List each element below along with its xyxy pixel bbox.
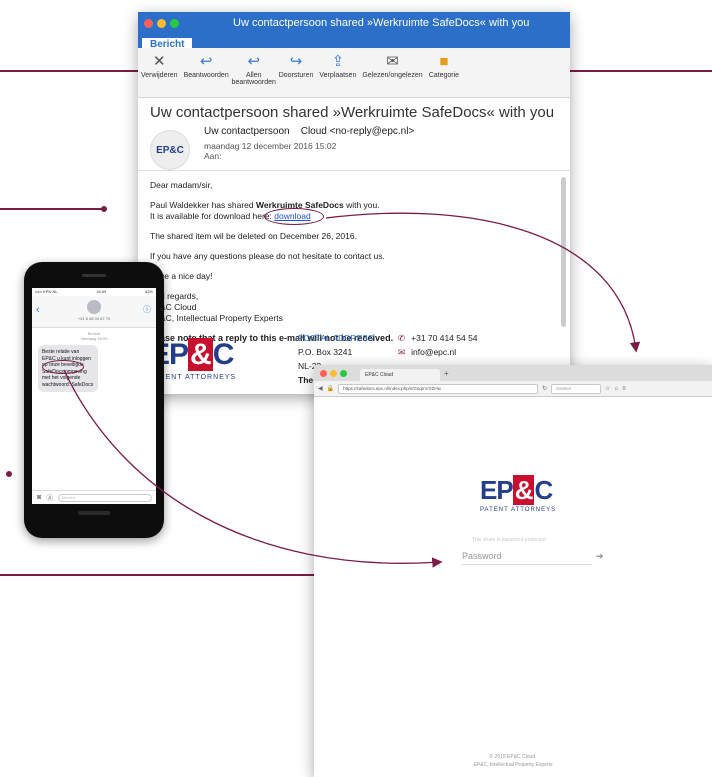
info-icon[interactable]: ⓘ (143, 304, 151, 315)
close-icon[interactable] (320, 370, 327, 377)
mail-titlebar: Uw contactpersoon shared »Werkruimte Saf… (138, 12, 570, 34)
connector-top-left (0, 70, 138, 72)
contact-avatar (87, 300, 101, 314)
questions-line: If you have any questions please do not … (150, 251, 385, 261)
delete-icon: ✕ (152, 53, 166, 70)
browser-window: EP&C Cloud + ◀ 🔒 https://safedocs.epc.nl… (314, 365, 712, 777)
category-icon: ■ (439, 52, 449, 70)
signature: d regards, &C Cloud &C, Intellectual Pro… (160, 291, 283, 323)
window-title: Uw contactpersoon shared »Werkruimte Saf… (233, 17, 530, 29)
greeting: Dear madam/sir, (150, 180, 213, 190)
home-button[interactable] (78, 511, 110, 515)
reply-icon: ↩ (199, 53, 213, 70)
camera-icon[interactable]: ◙ (37, 494, 41, 501)
smartphone: ••••• KPN NL 16:09 63% ‹ +31 6 48 04 67 … (24, 262, 164, 538)
browser-navbar: ◀ 🔒 https://safedocs.epc.nl/index.php/s/… (314, 381, 712, 397)
minimize-icon[interactable] (330, 370, 337, 377)
connector-email-dot (101, 206, 107, 212)
menu-icon[interactable]: ≡ (622, 386, 626, 392)
phone-status-bar: ••••• KPN NL 16:09 63% (35, 289, 153, 294)
phone-screen: ••••• KPN NL 16:09 63% ‹ +31 6 48 04 67 … (32, 288, 156, 504)
move-icon: ⇪ (331, 53, 345, 70)
sms-input-bar: ◙ Ⓐ Bericht (32, 490, 156, 504)
email-icon: ✉ (398, 347, 406, 357)
connector-phone-dot (6, 471, 12, 477)
ribbon-tabs: Bericht (138, 34, 570, 51)
epc-logo: EP&C (480, 475, 553, 505)
deleted-line: The shared item wil be deleted on Decemb… (150, 231, 357, 241)
minimize-icon[interactable] (157, 18, 166, 28)
reply-all-button[interactable]: ↩ Allen beantwoorden (232, 48, 276, 97)
reply-all-icon: ↩ (247, 53, 261, 70)
sms-input[interactable]: Bericht (58, 493, 152, 502)
mail-date: maandag 12 december 2016 15:02 (204, 141, 337, 151)
connector-email (0, 208, 104, 210)
mail-scrollbar[interactable] (561, 177, 566, 327)
password-highlight (42, 360, 84, 374)
app-store-icon[interactable]: Ⓐ (46, 493, 53, 503)
connector-top-right (570, 70, 712, 72)
envelope-icon: ✉ (386, 53, 399, 70)
sender-avatar: EP&C (150, 130, 190, 170)
mail-window: Uw contactpersoon shared »Werkruimte Saf… (138, 12, 570, 394)
move-button[interactable]: ⇪ Verplaatsen (316, 48, 359, 97)
read-unread-button[interactable]: ✉ Gelezen/ongelezen (359, 48, 425, 97)
reload-icon[interactable]: ↻ (542, 385, 547, 392)
contact-number: +31 6 48 04 67 70 (77, 316, 111, 321)
back-icon[interactable]: ◀ (318, 385, 323, 392)
delete-button[interactable]: ✕ Verwijderen (138, 48, 181, 97)
ribbon: ✕ Verwijderen ↩ Beantwoorden ↩ Allen beantw… (138, 48, 570, 98)
categorize-button[interactable]: ■ Categorie (426, 48, 462, 97)
mail-body: Dear madam/sir, Paul Waldekker has share… (150, 180, 550, 353)
submit-arrow-icon[interactable]: ➔ (596, 551, 604, 562)
contact-email[interactable]: info@epc.nl (411, 347, 456, 357)
lock-icon: 🔒 (326, 386, 335, 392)
home-icon[interactable]: ⌂ (615, 386, 619, 392)
url-bar[interactable]: https://safedocs.epc.nl/index.php/s/Gnqm… (338, 383, 539, 394)
forward-icon: ↪ (289, 53, 303, 70)
header-divider (138, 170, 570, 171)
sender: Uw contactpersoon Cloud <no-reply@epc.nl… (204, 126, 415, 137)
phone-icon: ✆ (398, 333, 406, 343)
bookmark-icon[interactable]: ☆ (605, 385, 610, 392)
new-tab-icon[interactable]: + (444, 369, 449, 378)
contact-info: ✆ +31 70 414 54 54 ✉ info@epc.nl (398, 333, 478, 357)
phone-speaker (82, 274, 106, 277)
sender-address[interactable]: Cloud <no-reply@epc.nl> (301, 126, 415, 137)
reply-button[interactable]: ↩ Beantwoorden (181, 48, 232, 97)
zoom-icon[interactable] (340, 370, 347, 377)
epc-logo-sub: PATENT ATTORNEYS (480, 507, 557, 513)
message-time: Bericht Vandaag 16:09 (80, 331, 108, 341)
browser-tabbar: EP&C Cloud + (314, 365, 712, 381)
mail-to-label: Aan: (204, 151, 222, 161)
password-field[interactable]: Password (462, 551, 592, 565)
browser-tab[interactable]: EP&C Cloud (360, 369, 440, 381)
search-input[interactable]: Zoeken (551, 383, 602, 394)
sms-header: ‹ +31 6 48 04 67 70 ⓘ (32, 296, 156, 328)
password-hint: This share is password-protected (472, 537, 546, 543)
close-icon[interactable] (144, 18, 153, 28)
nice-day: ve a nice day! (160, 271, 213, 281)
back-icon[interactable]: ‹ (36, 304, 40, 316)
download-highlight (264, 208, 324, 225)
forward-button[interactable]: ↪ Doorsturen (276, 48, 317, 97)
browser-footer: © 2015 EP&C Cloud. EP&C, Intellectual Pr… (473, 754, 553, 768)
shared-paragraph: Paul Waldekker has shared Werkruimte Saf… (150, 200, 380, 221)
mail-subject: Uw contactpersoon shared »Werkruimte Saf… (150, 104, 555, 121)
zoom-icon[interactable] (170, 18, 179, 28)
